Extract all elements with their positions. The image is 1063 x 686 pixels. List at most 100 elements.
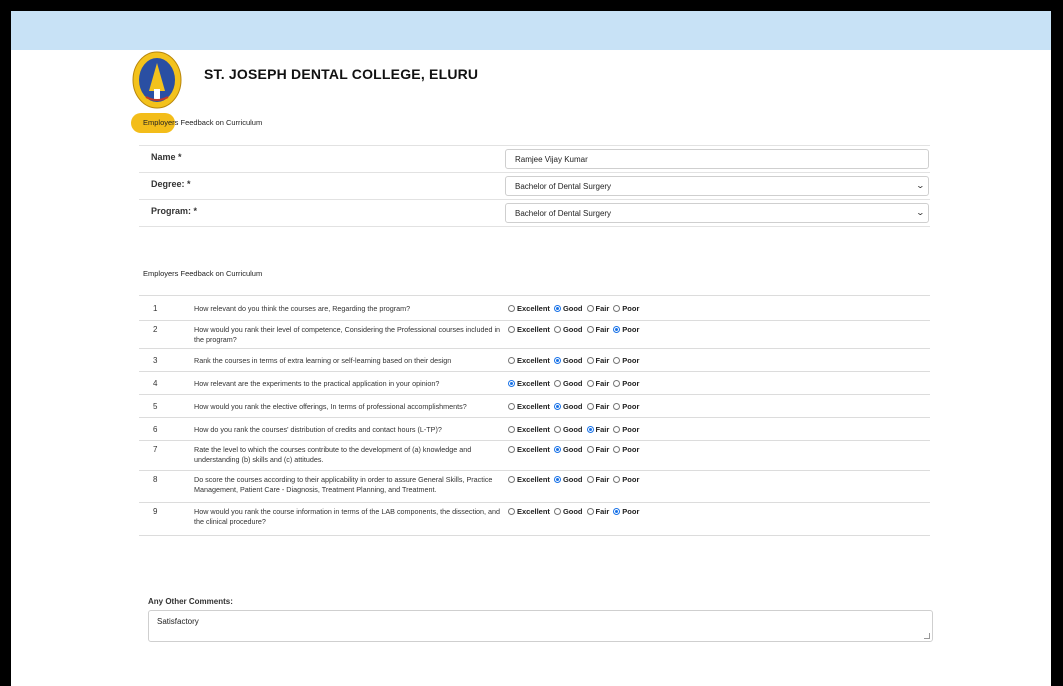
college-logo (132, 51, 182, 109)
option-label-good: Good (562, 424, 583, 434)
option-label-poor: Poor (622, 325, 640, 334)
option-label-excellent: Excellent (517, 325, 550, 334)
question-text: Do score the courses according to their … (194, 475, 493, 494)
radio-good[interactable] (553, 356, 561, 364)
question-text: How would you rank the course informatio… (194, 507, 501, 526)
chevron-down-icon: ⌄ (915, 208, 926, 217)
question-number: 5 (153, 401, 158, 411)
radio-poor[interactable] (613, 446, 621, 453)
option-label-fair: Fair (595, 378, 610, 388)
radio-fair[interactable] (586, 326, 594, 333)
degree-select[interactable]: Bachelor of Dental Surgery ⌄ (505, 176, 929, 196)
radio-fair[interactable] (586, 425, 594, 433)
question-text: Rank the courses in terms of extra learn… (194, 355, 452, 365)
option-label-excellent: Excellent (517, 355, 550, 365)
radio-fair[interactable] (586, 304, 594, 312)
question-text: How relevant are the experiments to the … (194, 378, 440, 388)
option-label-excellent: Excellent (517, 507, 550, 516)
question-number: 8 (153, 475, 158, 484)
question-number: 4 (153, 378, 158, 388)
option-label-poor: Poor (622, 475, 640, 484)
radio-poor[interactable] (613, 304, 621, 312)
name-row: Name * Ramjee Vijay Kumar (139, 145, 930, 172)
radio-good[interactable] (553, 508, 561, 515)
question-number: 3 (153, 355, 158, 365)
option-label-excellent: Excellent (517, 303, 550, 313)
rating-options: Excellent Good Fair Poor (508, 304, 639, 313)
radio-poor[interactable] (613, 476, 621, 483)
radio-excellent[interactable] (508, 379, 515, 387)
radio-good[interactable] (553, 446, 561, 453)
question-text: Rate the level to which the courses cont… (194, 445, 472, 464)
comments-value: Satisfactory (157, 617, 199, 626)
question-text: How would you rank their level of compet… (194, 325, 501, 344)
radio-excellent[interactable] (508, 476, 515, 483)
option-label-good: Good (562, 445, 583, 454)
rating-options: Excellent Good Fair Poor (508, 402, 639, 411)
option-label-poor: Poor (622, 424, 640, 434)
radio-good[interactable] (553, 476, 561, 483)
radio-fair[interactable] (586, 508, 594, 515)
radio-excellent[interactable] (508, 356, 515, 364)
option-label-poor: Poor (622, 303, 640, 313)
rating-options: Excellent Good Fair Poor (508, 356, 639, 365)
radio-poor[interactable] (613, 356, 621, 364)
option-label-poor: Poor (622, 507, 640, 516)
question-row: 1 How relevant do you think the courses a… (139, 295, 930, 320)
question-text: How would you rank the elective offering… (194, 401, 467, 411)
radio-fair[interactable] (586, 356, 594, 364)
program-label: Program: * (151, 206, 198, 216)
option-label-good: Good (562, 303, 583, 313)
radio-fair[interactable] (586, 379, 594, 387)
radio-poor[interactable] (613, 508, 621, 515)
name-label: Name * (151, 152, 182, 162)
radio-excellent[interactable] (508, 508, 515, 515)
question-row: 3 Rank the courses in terms of extra lear… (139, 348, 930, 371)
question-number: 7 (153, 445, 158, 454)
radio-poor[interactable] (613, 326, 621, 333)
option-label-excellent: Excellent (517, 401, 550, 411)
question-number: 6 (153, 424, 158, 434)
degree-label: Degree: * (151, 179, 191, 189)
radio-excellent[interactable] (508, 304, 515, 312)
radio-fair[interactable] (586, 446, 594, 453)
question-row: 7 Rate the level to which the courses con… (139, 440, 930, 470)
degree-row: Degree: * Bachelor of Dental Surgery ⌄ (139, 172, 930, 199)
breadcrumb: Employers Feedback on Curriculum (143, 118, 263, 127)
radio-good[interactable] (553, 304, 561, 312)
option-label-excellent: Excellent (517, 445, 550, 454)
radio-poor[interactable] (613, 402, 621, 410)
college-name: ST. JOSEPH DENTAL COLLEGE, ELURU (204, 66, 479, 82)
details-form: Name * Ramjee Vijay Kumar Degree: * Bach… (139, 145, 930, 227)
radio-good[interactable] (553, 379, 561, 387)
option-label-fair: Fair (595, 325, 610, 334)
question-row: 2 How would you rank their level of compe… (139, 320, 930, 348)
option-label-fair: Fair (595, 303, 610, 313)
program-select[interactable]: Bachelor of Dental Surgery ⌄ (505, 203, 929, 223)
radio-good[interactable] (553, 326, 561, 333)
radio-good[interactable] (553, 402, 561, 410)
radio-good[interactable] (553, 425, 561, 433)
radio-fair[interactable] (586, 402, 594, 410)
radio-poor[interactable] (613, 379, 621, 387)
comments-textarea[interactable]: Satisfactory (148, 610, 933, 642)
radio-excellent[interactable] (508, 402, 515, 410)
name-input[interactable]: Ramjee Vijay Kumar (505, 149, 929, 169)
question-row: 5 How would you rank the elective offerin… (139, 394, 930, 417)
rating-options: Excellent Good Fair Poor (508, 507, 639, 516)
option-label-good: Good (562, 355, 583, 365)
radio-fair[interactable] (586, 476, 594, 483)
question-row: 6 How do you rank the courses' distributi… (139, 417, 930, 440)
radio-poor[interactable] (613, 425, 621, 433)
option-label-fair: Fair (595, 507, 610, 516)
resize-handle-icon[interactable] (924, 633, 930, 639)
program-value: Bachelor of Dental Surgery (515, 209, 612, 218)
radio-excellent[interactable] (508, 425, 515, 433)
option-label-excellent: Excellent (517, 424, 550, 434)
radio-excellent[interactable] (508, 446, 515, 453)
question-row: 4 How relevant are the experiments to the… (139, 371, 930, 394)
option-label-fair: Fair (595, 445, 610, 454)
radio-excellent[interactable] (508, 326, 515, 333)
option-label-poor: Poor (622, 378, 640, 388)
rating-options: Excellent Good Fair Poor (508, 325, 639, 334)
